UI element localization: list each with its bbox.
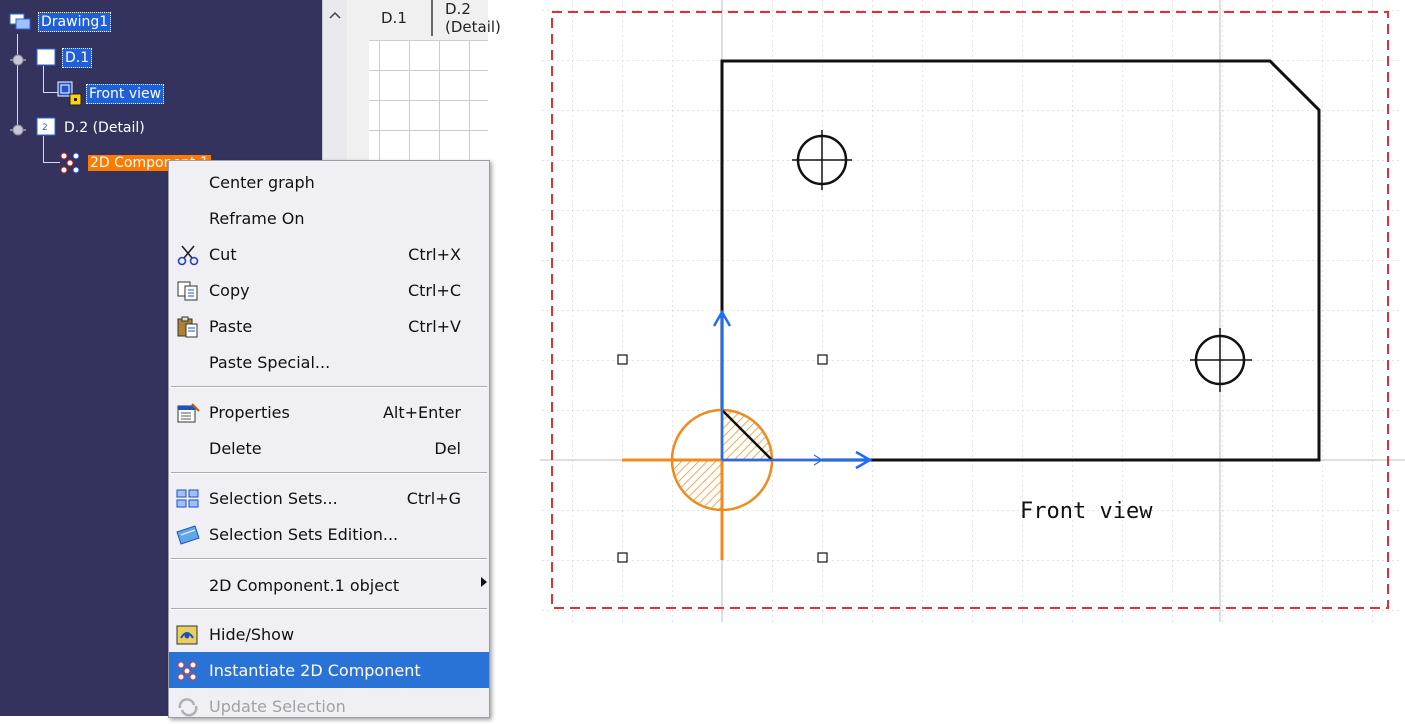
menu-item-copy[interactable]: Copy Ctrl+C xyxy=(169,272,489,308)
menu-label: Paste xyxy=(209,316,253,336)
menu-item-selection-sets[interactable]: Selection Sets... Ctrl+G xyxy=(169,480,489,516)
menu-shortcut: Ctrl+V xyxy=(408,316,461,336)
context-menu[interactable]: Center graph Reframe On Cut Ctrl+X Copy … xyxy=(168,160,490,718)
instantiate-icon xyxy=(177,661,197,681)
menu-item-center-graph[interactable]: Center graph xyxy=(169,164,489,200)
menu-label: Properties xyxy=(209,402,290,422)
selection-sets-edition-icon xyxy=(176,525,200,545)
menu-separator xyxy=(171,608,487,610)
menu-item-selection-sets-edition[interactable]: Selection Sets Edition... xyxy=(169,516,489,552)
menu-label: Reframe On xyxy=(209,208,305,228)
paste-icon xyxy=(177,316,198,338)
expand-node-icon xyxy=(10,54,26,66)
menu-label: Hide/Show xyxy=(209,624,295,644)
menu-item-paste-special[interactable]: Paste Special... xyxy=(169,344,489,380)
menu-item-cut[interactable]: Cut Ctrl+X xyxy=(169,236,489,272)
properties-icon xyxy=(177,403,200,423)
menu-item-reframe-on[interactable]: Reframe On xyxy=(169,200,489,236)
menu-item-hide-show[interactable]: Hide/Show xyxy=(169,616,489,652)
tree-label-d1[interactable]: D.1 xyxy=(62,48,93,68)
detail-sheet-icon: 2 xyxy=(36,117,56,136)
menu-label: Cut xyxy=(209,244,237,264)
tree-item-drawing1[interactable]: Drawing1 xyxy=(8,10,112,34)
menu-item-delete[interactable]: Delete Del xyxy=(169,430,489,466)
menu-item-update-selection: Update Selection xyxy=(169,688,489,724)
menu-label: Copy xyxy=(209,280,250,300)
drawing-canvas[interactable]: Front view xyxy=(540,0,1405,716)
tree-item-front-view[interactable]: Front view xyxy=(56,80,165,108)
update-icon xyxy=(178,698,198,717)
menu-shortcut: Ctrl+C xyxy=(407,280,461,300)
menu-label: Selection Sets Edition... xyxy=(209,524,399,544)
menu-item-2d-component-object[interactable]: 2D Component.1 object xyxy=(169,567,489,603)
menu-label: Selection Sets... xyxy=(209,488,338,508)
grid xyxy=(542,0,1400,622)
scroll-up-arrow-icon[interactable] xyxy=(323,0,347,30)
menu-label: 2D Component.1 object xyxy=(209,575,400,595)
tree-item-sheet-d2[interactable]: 2 D.2 (Detail) xyxy=(8,116,145,140)
menu-shortcut: Ctrl+G xyxy=(406,488,461,508)
view-icon xyxy=(57,81,82,106)
submenu-arrow-icon xyxy=(481,577,487,587)
menu-separator xyxy=(171,472,487,474)
drawing-svg[interactable]: Front view xyxy=(540,0,1405,716)
tree-label-d2[interactable]: D.2 (Detail) xyxy=(64,120,145,136)
menu-item-properties[interactable]: Properties Alt+Enter xyxy=(169,394,489,430)
menu-label: Update Selection xyxy=(209,696,346,716)
menu-label: Paste Special... xyxy=(209,352,331,372)
front-view-label[interactable]: Front view xyxy=(1020,499,1153,524)
scissors-icon xyxy=(177,245,199,266)
component-icon xyxy=(60,152,80,174)
drawing-icon xyxy=(9,13,31,30)
tab-d2[interactable]: D.2 (Detail) xyxy=(431,0,502,36)
menu-item-instantiate-2d-component[interactable]: Instantiate 2D Component xyxy=(169,652,489,688)
expand-node-icon xyxy=(10,124,26,136)
menu-shortcut: Del xyxy=(434,438,461,458)
menu-label: Center graph xyxy=(209,172,315,192)
svg-text:2: 2 xyxy=(42,123,48,133)
tab-d1-label: D.1 xyxy=(381,9,407,27)
menu-shortcut: Alt+Enter xyxy=(382,402,461,422)
menu-item-paste[interactable]: Paste Ctrl+V xyxy=(169,308,489,344)
hide-show-icon xyxy=(176,625,198,645)
sheet-icon xyxy=(36,48,56,66)
menu-shortcut: Ctrl+X xyxy=(408,244,461,264)
tree-label-front-view[interactable]: Front view xyxy=(86,84,165,104)
menu-separator xyxy=(171,386,487,388)
copy-icon xyxy=(177,281,198,301)
menu-separator xyxy=(171,558,487,560)
tree-item-sheet-d1[interactable]: D.1 xyxy=(8,46,93,70)
menu-label: Instantiate 2D Component xyxy=(209,660,421,680)
tab-d1[interactable]: D.1 xyxy=(369,0,419,36)
tree-label-drawing1[interactable]: Drawing1 xyxy=(38,12,112,32)
selection-sets-icon xyxy=(176,489,199,508)
tab-d2-label: D.2 (Detail) xyxy=(445,0,501,36)
menu-label: Delete xyxy=(209,438,262,458)
